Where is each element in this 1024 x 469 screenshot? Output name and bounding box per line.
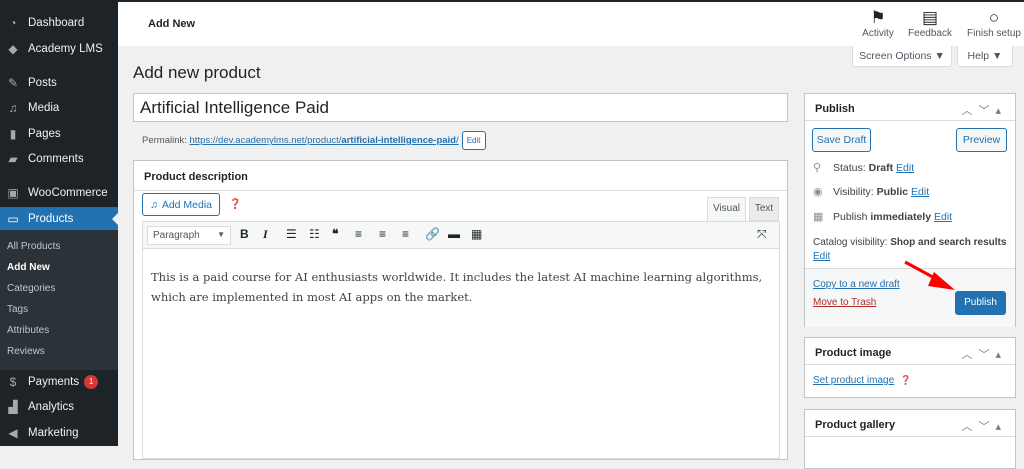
- visibility-row: ◉ Visibility: Public Edit: [813, 185, 930, 199]
- menu-academy-lms[interactable]: ◆ Academy LMS: [0, 37, 118, 61]
- media-icon: ♫: [149, 198, 158, 211]
- submenu-reviews[interactable]: Reviews: [7, 346, 45, 357]
- description-text: This is a paid course for AI enthusiasts…: [151, 270, 763, 304]
- submenu-attributes[interactable]: Attributes: [7, 325, 49, 336]
- editor-content[interactable]: This is a paid course for AI enthusiasts…: [142, 249, 780, 459]
- italic-icon[interactable]: I: [263, 227, 268, 242]
- product-image-box: Product image ︿﹀▴ Set product image ❓: [804, 337, 1016, 398]
- circle-icon: ○: [988, 8, 1000, 27]
- catalog-edit-link[interactable]: Edit: [813, 251, 830, 262]
- link-icon[interactable]: 🔗: [425, 227, 440, 241]
- submenu-tags[interactable]: Tags: [7, 304, 28, 315]
- move-to-trash-link[interactable]: Move to Trash: [813, 297, 876, 308]
- menu-comments[interactable]: ▰ Comments: [0, 147, 118, 171]
- comment-icon: ▰: [8, 152, 18, 166]
- archive-icon: ▭: [7, 212, 19, 226]
- bold-icon[interactable]: B: [240, 227, 249, 241]
- menu-pages[interactable]: ▮ Pages: [0, 122, 118, 146]
- box-controls[interactable]: ︿﹀▴: [961, 346, 1007, 362]
- top-header: Add New ⚑ Activity ▤ Feedback ○ Finish setu…: [118, 0, 1024, 46]
- pin-icon: ✎: [7, 76, 19, 90]
- copy-draft-link[interactable]: Copy to a new draft: [813, 279, 900, 290]
- screen-options-button[interactable]: Screen Options ▼: [852, 46, 952, 67]
- catalog-row: Catalog visibility: Shop and search resu…: [813, 237, 1007, 248]
- eye-icon: ◉: [813, 186, 823, 198]
- tab-text[interactable]: Text: [749, 197, 779, 221]
- publish-button[interactable]: Publish: [955, 291, 1006, 315]
- pages-icon: ▮: [9, 127, 17, 141]
- visibility-edit-link[interactable]: Edit: [911, 186, 929, 198]
- notification-badge: 1: [84, 375, 99, 389]
- page-title: Add new product: [133, 63, 261, 82]
- chart-icon: ▟: [8, 400, 18, 414]
- tab-visual[interactable]: Visual: [707, 197, 746, 221]
- set-product-image-link[interactable]: Set product image: [813, 375, 894, 386]
- align-right-icon[interactable]: ≡: [402, 227, 409, 241]
- format-select[interactable]: Paragraph ▼: [147, 226, 231, 245]
- product-description-box: Product description ♫ Add Media ❓ Visual …: [133, 160, 788, 460]
- read-more-icon[interactable]: ▬: [448, 227, 460, 241]
- fullscreen-icon[interactable]: ⤧: [757, 227, 767, 242]
- submenu-add-new[interactable]: Add New: [7, 262, 50, 273]
- header-title: Add New: [148, 18, 196, 30]
- bullet-list-icon[interactable]: ☰: [286, 227, 297, 241]
- help-icon[interactable]: ❓: [229, 199, 241, 210]
- products-submenu: All Products Add New Categories Tags Att…: [0, 230, 118, 370]
- align-left-icon[interactable]: ≡: [355, 227, 362, 241]
- schedule-edit-link[interactable]: Edit: [934, 211, 952, 223]
- box-controls[interactable]: ︿﹀▴: [961, 102, 1007, 118]
- dashboard-icon: ◔: [9, 16, 17, 30]
- finish-setup-button[interactable]: ○ Finish setup: [966, 8, 1022, 39]
- save-draft-button[interactable]: Save Draft: [812, 128, 871, 152]
- menu-posts[interactable]: ✎ Posts: [0, 71, 118, 95]
- calendar-icon: ▦: [813, 211, 824, 223]
- menu-marketing[interactable]: ◀ Marketing: [0, 421, 118, 445]
- align-center-icon[interactable]: ≡: [379, 227, 386, 241]
- permalink-edit-button[interactable]: Edit: [461, 131, 486, 150]
- feedback-button[interactable]: ▤ Feedback: [908, 8, 952, 39]
- status-row: ⚲ Status: Draft Edit: [813, 161, 915, 175]
- admin-sidebar: ◔ Dashboard ◆ Academy LMS ✎ Posts ♫ Media ▮ P…: [0, 0, 118, 446]
- submenu-all-products[interactable]: All Products: [7, 241, 60, 252]
- menu-woocommerce[interactable]: ▣ WooCommerce: [0, 181, 118, 205]
- woo-icon: ▣: [7, 186, 19, 200]
- megaphone-icon: ◀: [8, 426, 18, 440]
- menu-dashboard[interactable]: ◔ Dashboard: [0, 11, 118, 35]
- permalink-link[interactable]: https://dev.academylms.net/product/artif…: [190, 135, 459, 146]
- payments-icon: $: [9, 375, 17, 389]
- media-icon: ♫: [8, 101, 18, 115]
- product-gallery-box: Product gallery ︿﹀▴: [804, 409, 1016, 469]
- submenu-categories[interactable]: Categories: [7, 283, 55, 294]
- description-heading: Product description: [134, 161, 787, 191]
- product-title-input[interactable]: [133, 93, 788, 122]
- flag-icon: ⚑: [870, 8, 886, 27]
- preview-button[interactable]: Preview: [956, 128, 1007, 152]
- add-media-button[interactable]: ♫ Add Media: [142, 193, 220, 216]
- blockquote-icon[interactable]: ❝: [332, 227, 338, 241]
- help-button[interactable]: Help ▼: [957, 46, 1013, 67]
- menu-analytics[interactable]: ▟ Analytics: [0, 395, 118, 419]
- menu-products[interactable]: ▭ Products: [0, 207, 118, 231]
- red-arrow-annotation: [904, 260, 955, 290]
- box-controls[interactable]: ︿﹀▴: [961, 418, 1007, 434]
- activity-button[interactable]: ⚑ Activity: [860, 8, 896, 39]
- feedback-icon: ▤: [921, 8, 939, 27]
- menu-media[interactable]: ♫ Media: [0, 96, 118, 120]
- pin-icon: ⚲: [813, 162, 822, 174]
- numbered-list-icon[interactable]: ☷: [309, 227, 320, 241]
- status-edit-link[interactable]: Edit: [896, 162, 914, 174]
- schedule-row: ▦ Publish immediately Edit: [813, 210, 953, 224]
- permalink: Permalink: https://dev.academylms.net/pr…: [142, 131, 486, 150]
- menu-payments[interactable]: $ Payments 1: [0, 370, 118, 394]
- help-icon[interactable]: ❓: [900, 375, 911, 386]
- academy-icon: ◆: [8, 42, 18, 56]
- editor-toolbar: Paragraph ▼: [142, 221, 780, 249]
- toolbar-toggle-icon[interactable]: ▦: [471, 227, 482, 241]
